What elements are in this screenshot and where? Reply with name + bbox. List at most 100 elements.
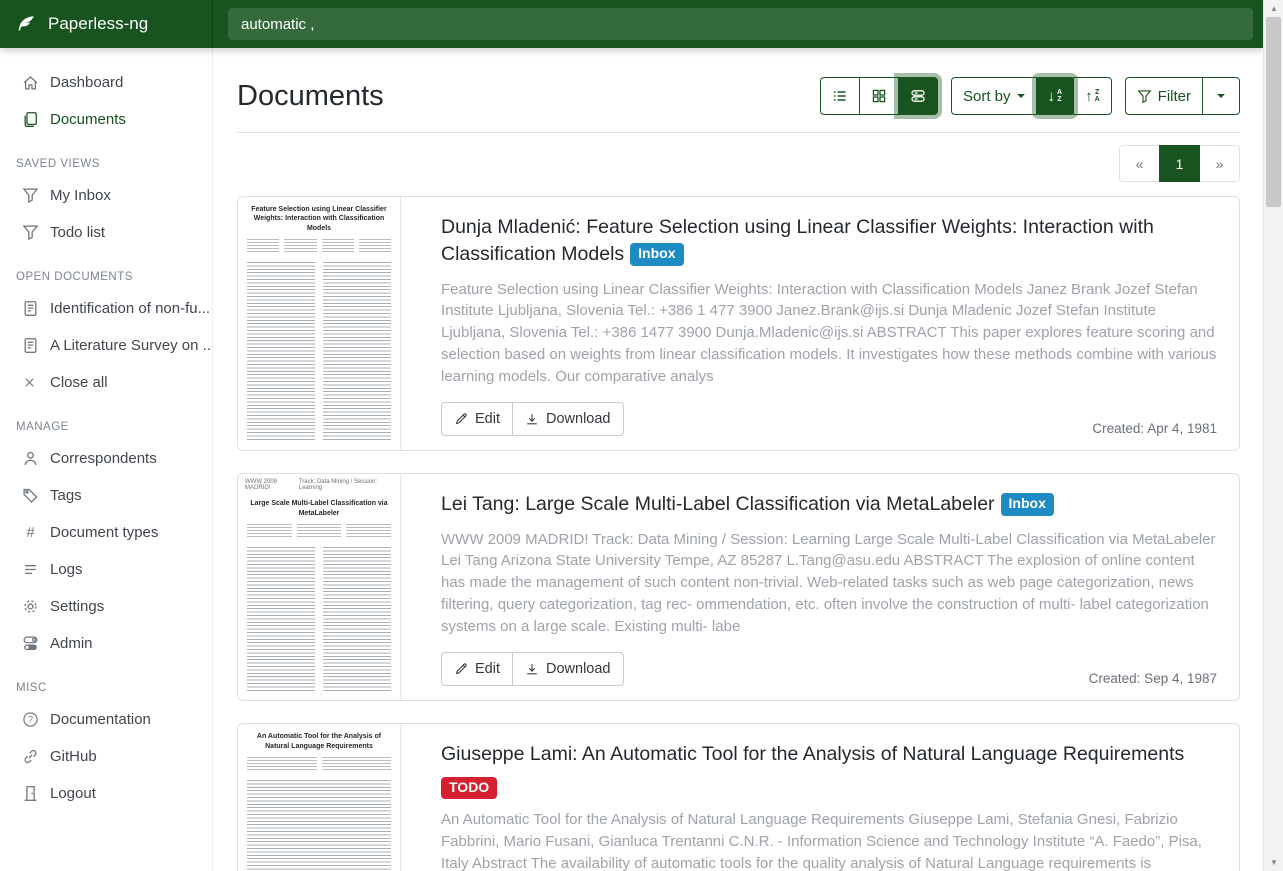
funnel-icon xyxy=(1137,89,1152,104)
sidebar-item-open-doc-2[interactable]: A Literature Survey on ... xyxy=(0,327,212,364)
tag-icon xyxy=(22,487,39,504)
sidebar-item-close-all[interactable]: Close all xyxy=(0,364,212,401)
sidebar-item-admin[interactable]: Admin xyxy=(0,625,212,662)
sort-alpha-up-icon: ↑ZA xyxy=(1085,89,1100,104)
house-icon xyxy=(22,74,39,91)
thumbnail-paper-title: Large Scale Multi-Label Classification v… xyxy=(238,491,400,521)
sidebar-item-label: Dashboard xyxy=(50,74,123,91)
file-text-icon xyxy=(22,300,39,317)
sidebar-section-misc: MISC xyxy=(0,662,212,701)
thumbnail-authors xyxy=(238,754,400,776)
sort-ascending-button[interactable]: ↑ZA xyxy=(1073,77,1112,115)
filter-controls: Filter xyxy=(1125,77,1240,115)
edit-button[interactable]: Edit xyxy=(441,652,513,686)
document-actions: Edit Download xyxy=(441,402,624,436)
document-thumbnail[interactable]: Feature Selection using Linear Classifie… xyxy=(238,197,401,450)
sort-controls: Sort by ↓AZ ↑ZA xyxy=(951,77,1112,115)
document-title[interactable]: Lei Tang: Large Scale Multi-Label Classi… xyxy=(441,491,1217,518)
sidebar-item-correspondents[interactable]: Correspondents xyxy=(0,440,212,477)
grid-view-button[interactable] xyxy=(859,77,899,115)
document-thumbnail[interactable]: WWW 2009 MADRID! Track: Data Mining / Se… xyxy=(238,474,401,700)
document-card-footer: Edit Download Created: Apr 4, 1981 xyxy=(441,402,1217,436)
sidebar-section-saved-views: SAVED VIEWS xyxy=(0,138,212,177)
download-button[interactable]: Download xyxy=(512,652,624,686)
grid-view-icon xyxy=(871,88,887,104)
view-switcher xyxy=(820,77,938,115)
thumbnail-body xyxy=(238,258,400,450)
download-icon xyxy=(525,662,539,676)
sidebar-item-label: Close all xyxy=(50,374,108,391)
sort-by-label: Sort by xyxy=(963,88,1011,105)
filter-label: Filter xyxy=(1158,88,1191,105)
paperless-feather-icon xyxy=(15,14,36,35)
sidebar-item-todo-list[interactable]: Todo list xyxy=(0,214,212,251)
tag-badge[interactable]: Inbox xyxy=(630,243,683,265)
created-date: Created: Apr 4, 1981 xyxy=(1092,421,1217,436)
previous-page-button[interactable]: « xyxy=(1119,145,1160,182)
funnel-icon xyxy=(22,224,39,241)
sidebar-section-manage: MANAGE xyxy=(0,401,212,440)
sort-by-dropdown[interactable]: Sort by xyxy=(951,77,1037,115)
sidebar-item-documentation[interactable]: ? Documentation xyxy=(0,701,212,738)
document-card: An Automatic Tool for the Analysis of Na… xyxy=(237,723,1240,871)
brand-label: Paperless-ng xyxy=(48,14,148,34)
scrollbar[interactable]: ▲ ▼ xyxy=(1263,0,1283,871)
filter-dropdown-toggle[interactable] xyxy=(1202,77,1240,115)
next-page-button[interactable]: » xyxy=(1199,145,1240,182)
sidebar-item-logs[interactable]: Logs xyxy=(0,551,212,588)
sort-descending-button[interactable]: ↓AZ xyxy=(1036,77,1075,115)
sidebar-item-label: Todo list xyxy=(50,224,105,241)
list-view-button[interactable] xyxy=(820,77,860,115)
thumbnail-running-head: WWW 2009 MADRID! Track: Data Mining / Se… xyxy=(238,474,400,491)
download-button[interactable]: Download xyxy=(512,402,624,436)
scrollbar-thumb[interactable] xyxy=(1266,17,1281,207)
sidebar-item-label: Logs xyxy=(50,561,83,578)
download-icon xyxy=(525,412,539,426)
document-title[interactable]: Giuseppe Lami: An Automatic Tool for the… xyxy=(441,741,1217,799)
close-icon xyxy=(22,375,39,390)
sidebar-item-dashboard[interactable]: Dashboard xyxy=(0,64,212,101)
scroll-up-arrow-icon[interactable]: ▲ xyxy=(1264,0,1283,17)
chevron-down-icon xyxy=(1217,94,1225,98)
page-1-button[interactable]: 1 xyxy=(1159,145,1200,182)
document-thumbnail[interactable]: An Automatic Tool for the Analysis of Na… xyxy=(238,724,401,871)
sidebar-item-label: My Inbox xyxy=(50,187,111,204)
sidebar-item-github[interactable]: GitHub xyxy=(0,738,212,775)
sidebar-section-open-documents: OPEN DOCUMENTS xyxy=(0,251,212,290)
sort-alpha-down-icon: ↓AZ xyxy=(1048,89,1063,104)
sidebar-item-documents[interactable]: Documents xyxy=(0,101,212,138)
thumbnail-body xyxy=(238,776,400,871)
sidebar-item-label: A Literature Survey on ... xyxy=(50,337,212,354)
svg-text:?: ? xyxy=(28,715,33,725)
brand[interactable]: Paperless-ng xyxy=(0,0,213,48)
filter-button[interactable]: Filter xyxy=(1125,77,1203,115)
sidebar-item-my-inbox[interactable]: My Inbox xyxy=(0,177,212,214)
details-view-icon xyxy=(910,88,926,104)
sidebar-item-label: Settings xyxy=(50,598,104,615)
sidebar-item-tags[interactable]: Tags xyxy=(0,477,212,514)
document-title[interactable]: Dunja Mladenić: Feature Selection using … xyxy=(441,214,1217,269)
sidebar-item-open-doc-1[interactable]: Identification of non-fu... xyxy=(0,290,212,327)
sidebar: Dashboard Documents SAVED VIEWS My Inbox… xyxy=(0,48,213,871)
edit-button[interactable]: Edit xyxy=(441,402,513,436)
sidebar-item-logout[interactable]: Logout xyxy=(0,775,212,812)
tag-badge[interactable]: TODO xyxy=(441,777,497,799)
details-view-button[interactable] xyxy=(898,77,938,115)
main-content: Documents xyxy=(213,0,1263,871)
sidebar-item-label: Document types xyxy=(50,524,158,541)
document-actions: Edit Download xyxy=(441,652,624,686)
thumbnail-paper-title: Feature Selection using Linear Classifie… xyxy=(238,197,400,236)
sidebar-item-label: Logout xyxy=(50,785,96,802)
scroll-down-arrow-icon[interactable]: ▼ xyxy=(1264,854,1283,871)
document-excerpt: WWW 2009 MADRID! Track: Data Mining / Se… xyxy=(441,529,1217,638)
thumbnail-paper-title: An Automatic Tool for the Analysis of Na… xyxy=(238,724,400,754)
sidebar-item-label: Identification of non-fu... xyxy=(50,300,210,317)
global-search-input[interactable] xyxy=(228,8,1253,40)
sidebar-item-document-types[interactable]: # Document types xyxy=(0,514,212,551)
tag-badge[interactable]: Inbox xyxy=(1001,493,1054,515)
thumbnail-authors xyxy=(238,521,400,543)
sidebar-item-label: Correspondents xyxy=(50,450,157,467)
sidebar-item-settings[interactable]: Settings xyxy=(0,588,212,625)
thumbnail-authors xyxy=(238,236,400,258)
top-navbar: Paperless-ng xyxy=(0,0,1263,48)
